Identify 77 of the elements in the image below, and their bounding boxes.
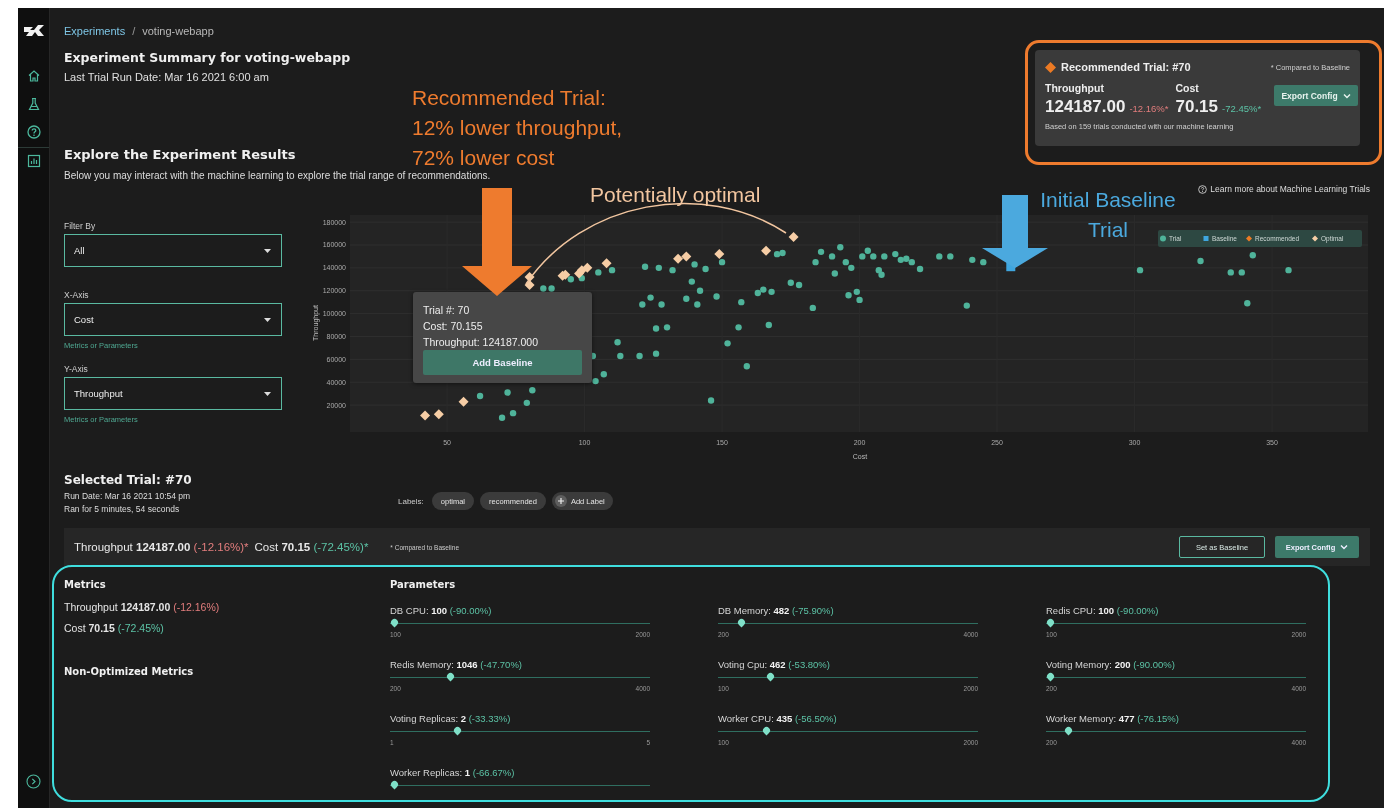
metric-value: Throughput 124187.00 (-12.16%) xyxy=(64,600,221,614)
slider-thumb[interactable] xyxy=(765,671,776,682)
dropdown[interactable]: Throughput xyxy=(64,377,282,410)
parameter-label: Worker Replicas: 1 (-66.67%) xyxy=(390,767,516,778)
help-icon xyxy=(1198,184,1208,194)
chart-icon[interactable] xyxy=(26,154,41,168)
section-title: Explore the Experiment Results xyxy=(64,146,296,164)
learn-more-link[interactable]: Learn more about Machine Learning Trials xyxy=(1198,183,1370,195)
parameter-label: Redis Memory: 1046 (-47.70%) xyxy=(390,659,523,670)
metric-value: Cost 70.15 (-72.45%) xyxy=(64,621,165,635)
annotation-text: Trial xyxy=(1087,217,1129,243)
metric-change: -72.45%* xyxy=(1222,103,1262,114)
dropdown[interactable]: All xyxy=(64,234,282,267)
metric-value: 70.15 xyxy=(1175,96,1218,118)
add-baseline-button[interactable]: Add Baseline xyxy=(423,350,582,375)
parameter-label: Voting Replicas: 2 (-33.33%) xyxy=(390,713,512,724)
field-label: Y-Axis xyxy=(64,363,89,375)
parameter-label: DB CPU: 100 (-90.00%) xyxy=(390,605,493,616)
run-duration: Ran for 5 minutes, 54 seconds xyxy=(64,503,181,516)
home-icon[interactable] xyxy=(26,69,41,83)
flask-icon[interactable] xyxy=(26,97,41,111)
breadcrumb-separator: / xyxy=(132,24,136,38)
export-config-button[interactable]: Export Config xyxy=(1274,85,1358,106)
slider-thumb[interactable] xyxy=(452,725,463,736)
last-run-date: Last Trial Run Date: Mar 16 2021 6:00 am xyxy=(64,70,270,84)
caret-down-icon xyxy=(264,317,271,322)
tooltip-text: Cost: 70.155 xyxy=(423,319,484,334)
metric-label: Cost xyxy=(1175,81,1200,95)
slider-thumb[interactable] xyxy=(389,779,400,790)
labels-caption: Labels: xyxy=(398,496,424,506)
slider-thumb[interactable] xyxy=(1063,725,1074,736)
dropdown[interactable]: Cost xyxy=(64,303,282,336)
slider-thumb[interactable] xyxy=(761,725,772,736)
field-label: X-Axis xyxy=(64,289,90,301)
metric-summary: Cost 70.15 (-72.45%)* xyxy=(254,541,369,553)
annotation-text: 72% lower cost xyxy=(412,145,555,171)
caret-down-icon xyxy=(264,248,271,253)
parameters-title: Parameters xyxy=(390,578,457,592)
breadcrumb-link[interactable]: Experiments xyxy=(64,24,126,38)
chevron-down-icon xyxy=(1342,92,1351,99)
parameter-label: Voting Memory: 200 (-90.00%) xyxy=(1046,659,1176,670)
metric-value: 124187.00 xyxy=(1045,96,1126,118)
metric-summary: Throughput 124187.00 (-12.16%)* xyxy=(74,541,249,553)
run-date: Run Date: Mar 16 2021 10:54 pm xyxy=(64,490,192,503)
chevron-down-icon xyxy=(1340,544,1349,550)
expand-icon[interactable] xyxy=(26,774,41,789)
tooltip-text: Throughput: 124187.000 xyxy=(423,335,539,350)
field-label: Filter By xyxy=(64,220,97,232)
caret-down-icon xyxy=(264,391,271,396)
slider-thumb[interactable] xyxy=(389,617,400,628)
slider-thumb[interactable] xyxy=(445,671,456,682)
parameter-label: Redis CPU: 100 (-90.00%) xyxy=(1046,605,1160,616)
annotation-text: Recommended Trial: xyxy=(412,85,606,111)
card-title: Recommended Trial: #70 xyxy=(1061,61,1191,73)
logo-icon xyxy=(23,24,44,37)
annotation-text: Potentially optimal xyxy=(590,182,761,208)
annotation-text: Initial Baseline xyxy=(1040,187,1176,213)
tooltip-text: Trial #: 70 xyxy=(423,303,471,318)
plus-icon xyxy=(554,495,567,507)
parameter-label: Worker Memory: 477 (-76.15%) xyxy=(1046,713,1180,724)
diamond-icon xyxy=(1045,61,1056,73)
help-icon[interactable] xyxy=(26,125,41,139)
section-description: Below you may interact with the machine learning to explore the trial range of recommendations. xyxy=(64,170,491,182)
breadcrumb-current: voting-webapp xyxy=(142,24,214,38)
metrics-title: Metrics xyxy=(64,578,107,592)
page-title: Experiment Summary for voting-webapp xyxy=(64,50,351,66)
parameter-label: Voting Cpu: 462 (-53.80%) xyxy=(718,659,831,670)
slider-thumb[interactable] xyxy=(1045,671,1056,682)
metric-label: Throughput xyxy=(1045,81,1105,95)
metric-change: -12.16%* xyxy=(1129,103,1169,114)
parameter-label: DB Memory: 482 (-75.90%) xyxy=(718,605,835,616)
slider-thumb[interactable] xyxy=(1045,617,1056,628)
slider-thumb[interactable] xyxy=(736,617,746,628)
selected-trial-title: Selected Trial: #70 xyxy=(64,472,193,488)
section-title: Non-Optimized Metrics xyxy=(64,665,195,679)
annotation-text: 12% lower throughput, xyxy=(412,115,623,141)
parameter-label: Worker CPU: 435 (-56.50%) xyxy=(718,713,838,724)
